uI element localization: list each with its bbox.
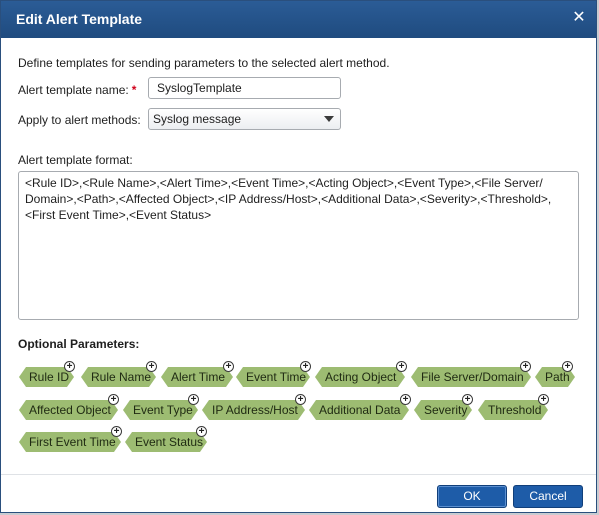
template-format-textarea[interactable]: <Rule ID>,<Rule Name>,<Alert Time>,<Even… bbox=[18, 171, 579, 320]
required-mark: * bbox=[131, 83, 137, 97]
param-chip-event-type[interactable]: Event Type bbox=[123, 400, 198, 420]
param-chip-rule-name[interactable]: Rule Name bbox=[81, 367, 156, 387]
alert-methods-value: Syslog message bbox=[153, 112, 242, 126]
ok-button[interactable]: OK bbox=[437, 485, 507, 508]
param-chip-threshold[interactable]: Threshold bbox=[478, 400, 548, 420]
add-param-icon[interactable]: + bbox=[111, 426, 122, 437]
dialog-footer-divider bbox=[1, 474, 596, 475]
dialog-titlebar: Edit Alert Template ✕ bbox=[1, 1, 596, 38]
template-format-label: Alert template format: bbox=[18, 153, 133, 167]
add-param-icon[interactable]: + bbox=[223, 361, 234, 372]
dialog-title: Edit Alert Template bbox=[16, 11, 143, 27]
add-param-icon[interactable]: + bbox=[562, 361, 573, 372]
edit-alert-template-dialog: Edit Alert Template ✕ Define templates f… bbox=[0, 0, 597, 513]
description-text: Define templates for sending parameters … bbox=[18, 56, 390, 70]
add-param-icon[interactable]: + bbox=[396, 361, 407, 372]
alert-methods-label: Apply to alert methods: bbox=[18, 113, 141, 127]
add-param-icon[interactable]: + bbox=[188, 394, 199, 405]
param-chip-event-time[interactable]: Event Time bbox=[236, 367, 310, 387]
close-icon[interactable]: ✕ bbox=[570, 9, 588, 27]
param-chip-additional-data[interactable]: Additional Data bbox=[309, 400, 409, 420]
optional-parameters-title: Optional Parameters: bbox=[18, 337, 140, 351]
param-chip-ip-address-host[interactable]: IP Address/Host bbox=[202, 400, 305, 420]
add-param-icon[interactable]: + bbox=[400, 394, 411, 405]
add-param-icon[interactable]: + bbox=[462, 394, 473, 405]
add-param-icon[interactable]: + bbox=[520, 361, 531, 372]
param-chip-acting-object[interactable]: Acting Object bbox=[315, 367, 405, 387]
template-name-label: Alert template name: * bbox=[18, 83, 136, 97]
template-format-text: <Rule ID>,<Rule Name>,<Alert Time>,<Even… bbox=[25, 176, 552, 222]
template-name-input[interactable]: SyslogTemplate bbox=[148, 77, 341, 99]
param-chip-affected-object[interactable]: Affected Object bbox=[19, 400, 118, 420]
chevron-down-icon[interactable] bbox=[324, 116, 334, 122]
add-param-icon[interactable]: + bbox=[146, 361, 157, 372]
param-chip-first-event-time[interactable]: First Event Time bbox=[19, 432, 121, 452]
param-chip-file-server-domain[interactable]: File Server/Domain bbox=[411, 367, 531, 387]
add-param-icon[interactable]: + bbox=[295, 394, 306, 405]
template-name-label-text: Alert template name: bbox=[18, 83, 129, 97]
add-param-icon[interactable]: + bbox=[108, 394, 119, 405]
add-param-icon[interactable]: + bbox=[538, 394, 549, 405]
param-chip-event-status[interactable]: Event Status bbox=[125, 432, 207, 452]
alert-methods-select[interactable]: Syslog message bbox=[148, 108, 341, 130]
add-param-icon[interactable]: + bbox=[64, 361, 75, 372]
cancel-button[interactable]: Cancel bbox=[513, 485, 583, 508]
add-param-icon[interactable]: + bbox=[196, 426, 207, 437]
add-param-icon[interactable]: + bbox=[300, 361, 311, 372]
param-chip-alert-time[interactable]: Alert Time bbox=[161, 367, 233, 387]
